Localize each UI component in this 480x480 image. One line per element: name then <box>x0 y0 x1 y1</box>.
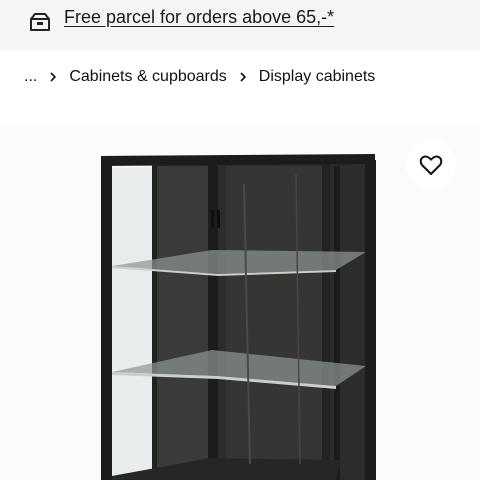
delivery-banner: Free parcel for orders above 65,-* <box>0 0 480 50</box>
breadcrumb-ellipsis[interactable]: ... <box>24 68 37 86</box>
parcel-icon <box>30 13 50 31</box>
heart-icon <box>419 155 443 175</box>
free-parcel-link[interactable]: Free parcel for orders above 65,-* <box>64 7 334 28</box>
breadcrumb-cabinets-cupboards[interactable]: Cabinets & cupboards <box>69 68 226 86</box>
favourite-button[interactable] <box>406 140 456 190</box>
breadcrumb-display-cabinets[interactable]: Display cabinets <box>259 68 376 86</box>
display-cabinet-image <box>0 124 480 480</box>
chevron-right-icon <box>240 72 246 82</box>
chevron-right-icon <box>50 72 57 82</box>
breadcrumb: ... Cabinets & cupboards Display cabinet… <box>24 66 375 88</box>
product-gallery[interactable] <box>0 124 480 480</box>
